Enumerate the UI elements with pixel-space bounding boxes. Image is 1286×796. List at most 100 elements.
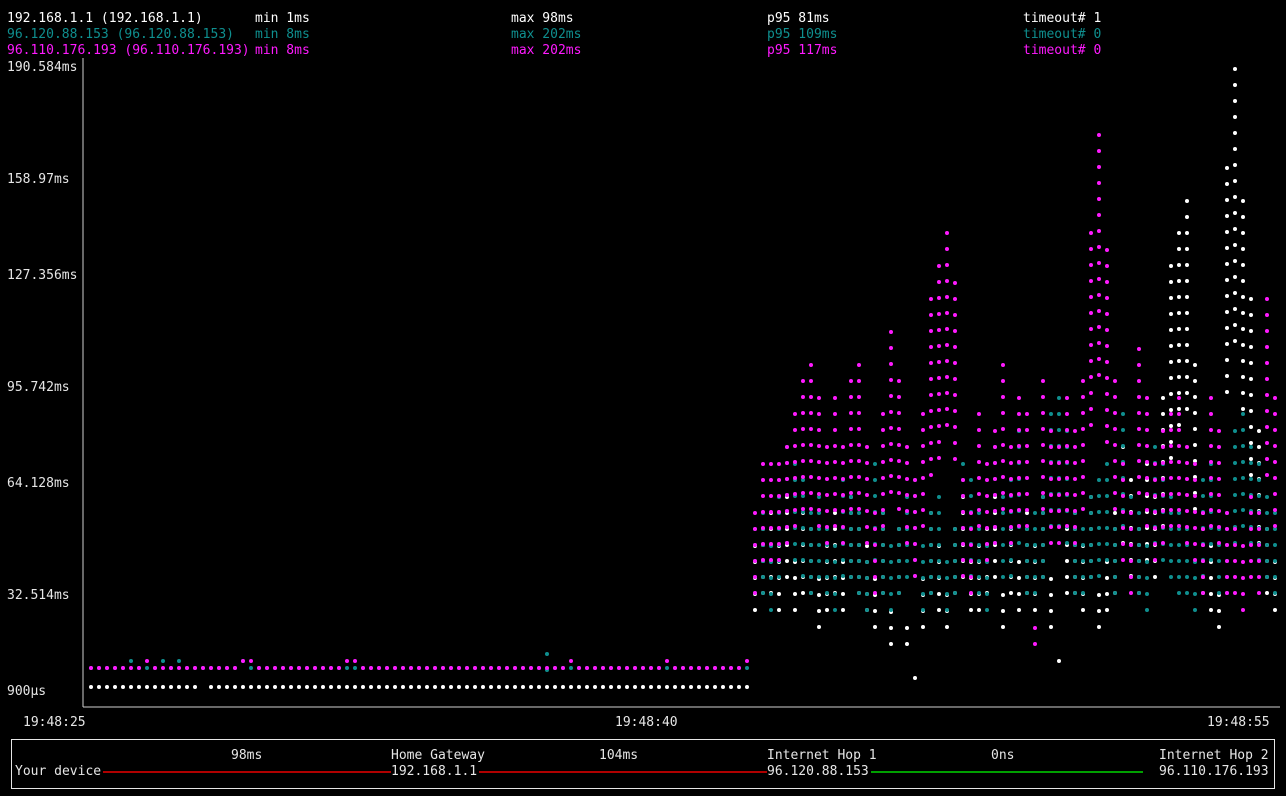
latency-point <box>1057 477 1061 481</box>
latency-point <box>1089 279 1093 283</box>
latency-point <box>977 492 981 496</box>
latency-point <box>1057 525 1061 529</box>
latency-point <box>1217 625 1221 629</box>
latency-point <box>881 412 885 416</box>
latency-point <box>953 377 957 381</box>
latency-point <box>897 507 901 511</box>
latency-point <box>265 685 269 689</box>
latency-point <box>793 412 797 416</box>
latency-point <box>1169 476 1173 480</box>
latency-point <box>977 412 981 416</box>
latency-point <box>825 575 829 579</box>
latency-point <box>1065 396 1069 400</box>
latency-point <box>913 558 917 562</box>
latency-point <box>913 478 917 482</box>
latency-point <box>873 609 877 613</box>
latency-point <box>793 508 797 512</box>
latency-point <box>929 457 933 461</box>
latency-point <box>585 666 589 670</box>
latency-point <box>1025 476 1029 480</box>
latency-point <box>841 574 845 578</box>
latency-point <box>1193 411 1197 415</box>
latency-point <box>1137 443 1141 447</box>
latency-point <box>993 559 997 563</box>
latency-point <box>137 666 141 670</box>
latency-point <box>1049 593 1053 597</box>
latency-point <box>1129 527 1133 531</box>
latency-point <box>953 345 957 349</box>
latency-point <box>857 379 861 383</box>
latency-point <box>1081 475 1085 479</box>
latency-point <box>993 461 997 465</box>
latency-point <box>513 685 517 689</box>
latency-point <box>889 474 893 478</box>
latency-point <box>1137 459 1141 463</box>
latency-point <box>1129 511 1133 515</box>
latency-point <box>1273 428 1277 432</box>
latency-point <box>249 666 253 670</box>
latency-point <box>1273 543 1277 547</box>
latency-point <box>1265 527 1269 531</box>
latency-point <box>841 493 845 497</box>
latency-point <box>1169 444 1173 448</box>
latency-point <box>1009 574 1013 578</box>
latency-point <box>953 527 957 531</box>
latency-point <box>1065 591 1069 595</box>
latency-point <box>1233 445 1237 449</box>
latency-point <box>1001 459 1005 463</box>
latency-point <box>929 345 933 349</box>
latency-point <box>1025 543 1029 547</box>
latency-point <box>873 575 877 579</box>
latency-point <box>985 526 989 530</box>
latency-point <box>769 542 773 546</box>
latency-point <box>889 394 893 398</box>
latency-point <box>1001 507 1005 511</box>
latency-point <box>449 685 453 689</box>
latency-point <box>1113 543 1117 547</box>
latency-point <box>1017 396 1021 400</box>
latency-point <box>1065 575 1069 579</box>
latency-point <box>1065 476 1069 480</box>
latency-point <box>865 477 869 481</box>
latency-point <box>553 666 557 670</box>
latency-point <box>817 593 821 597</box>
latency-point <box>1193 608 1197 612</box>
latency-point <box>1137 379 1141 383</box>
latency-point <box>369 666 373 670</box>
latency-point <box>825 445 829 449</box>
latency-point <box>921 544 925 548</box>
latency-point <box>849 559 853 563</box>
latency-point <box>1201 511 1205 515</box>
latency-point <box>225 685 229 689</box>
latency-point <box>849 475 853 479</box>
latency-point <box>1265 495 1269 499</box>
latency-point <box>1177 247 1181 251</box>
latency-point <box>1017 608 1021 612</box>
latency-point <box>921 412 925 416</box>
latency-point <box>857 411 861 415</box>
latency-point <box>865 576 869 580</box>
latency-point <box>873 591 877 595</box>
latency-point <box>1113 395 1117 399</box>
latency-point <box>1025 508 1029 512</box>
latency-point <box>993 575 997 579</box>
latency-point <box>329 685 333 689</box>
latency-point <box>241 685 245 689</box>
latency-point <box>1265 575 1269 579</box>
latency-point <box>945 391 949 395</box>
latency-point <box>1081 443 1085 447</box>
latency-point <box>513 666 517 670</box>
latency-point <box>849 379 853 383</box>
latency-point <box>985 558 989 562</box>
latency-point <box>1233 147 1237 151</box>
latency-point <box>1225 262 1229 266</box>
latency-point <box>1217 525 1221 529</box>
latency-point <box>1041 379 1045 383</box>
latency-point <box>817 412 821 416</box>
latency-point <box>881 575 885 579</box>
latency-point <box>897 443 901 447</box>
latency-point <box>337 666 341 670</box>
latency-point <box>937 392 941 396</box>
latency-point <box>753 527 757 531</box>
latency-point <box>1089 423 1093 427</box>
